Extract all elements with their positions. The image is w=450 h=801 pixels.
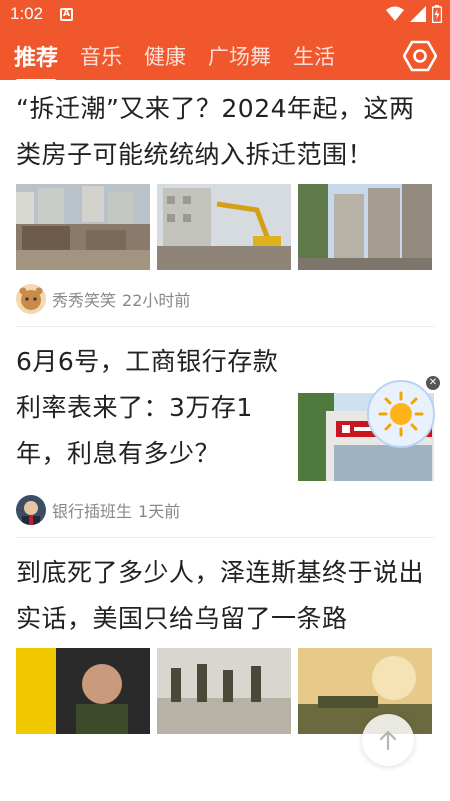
scroll-top-button[interactable] [362,714,414,766]
article-image[interactable] [16,648,150,734]
article-image[interactable] [16,184,150,270]
avatar[interactable] [16,495,46,525]
status-time: 1:02 [10,4,44,23]
tab-music[interactable]: 音乐 [80,41,122,71]
article-card[interactable]: “拆迁潮”又来了？2024年起，这两类房子可能统统纳入拆迁范围！ 秀秀笑笑 22… [0,80,450,314]
notification-a-icon: A [60,8,73,21]
author-name[interactable]: 秀秀笑笑 [52,287,116,311]
article-image[interactable] [157,184,291,270]
tab-recommend[interactable]: 推荐 [14,40,58,82]
wifi-icon [386,6,404,21]
article-card[interactable]: 到底死了多少人，泽连斯基终于说出实话，美国只给乌留了一条路 [0,538,450,734]
publish-time: 22小时前 [122,291,191,310]
publish-time: 1天前 [138,502,181,521]
status-icons [386,5,442,23]
tab-health[interactable]: 健康 [144,41,186,71]
avatar[interactable] [16,284,46,314]
article-meta: 银行插班生 1天前 [16,495,434,525]
author-name[interactable]: 银行插班生 [52,498,132,522]
status-bar: 1:02 A [0,0,450,30]
top-bar: 1:02 A 推荐 音乐 健康 广场舞 生活 [0,0,450,82]
arrow-up-icon [379,730,397,751]
article-title[interactable]: “拆迁潮”又来了？2024年起，这两类房子可能统统纳入拆迁范围！ [16,86,434,178]
signal-icon [410,6,426,22]
article-meta: 秀秀笑笑 22小时前 [16,284,434,314]
article-title[interactable]: 6月6号，工商银行存款利率表来了：3万存1年，利息有多少？ [16,339,296,481]
sun-icon [378,391,424,437]
settings-button[interactable] [402,38,438,74]
settings-hexagon-icon [403,40,437,72]
article-image[interactable] [298,648,432,734]
tab-square-dance[interactable]: 广场舞 [208,41,271,71]
divider [16,326,434,327]
article-title[interactable]: 到底死了多少人，泽连斯基终于说出实话，美国只给乌留了一条路 [16,550,434,642]
weather-widget[interactable] [367,380,435,448]
article-image[interactable] [298,184,432,270]
article-images [16,184,434,270]
tab-life[interactable]: 生活 [293,41,335,71]
battery-icon [432,5,442,23]
category-tabs: 推荐 音乐 健康 广场舞 生活 [0,38,357,82]
article-image[interactable] [157,648,291,734]
close-icon[interactable]: ✕ [426,376,440,390]
